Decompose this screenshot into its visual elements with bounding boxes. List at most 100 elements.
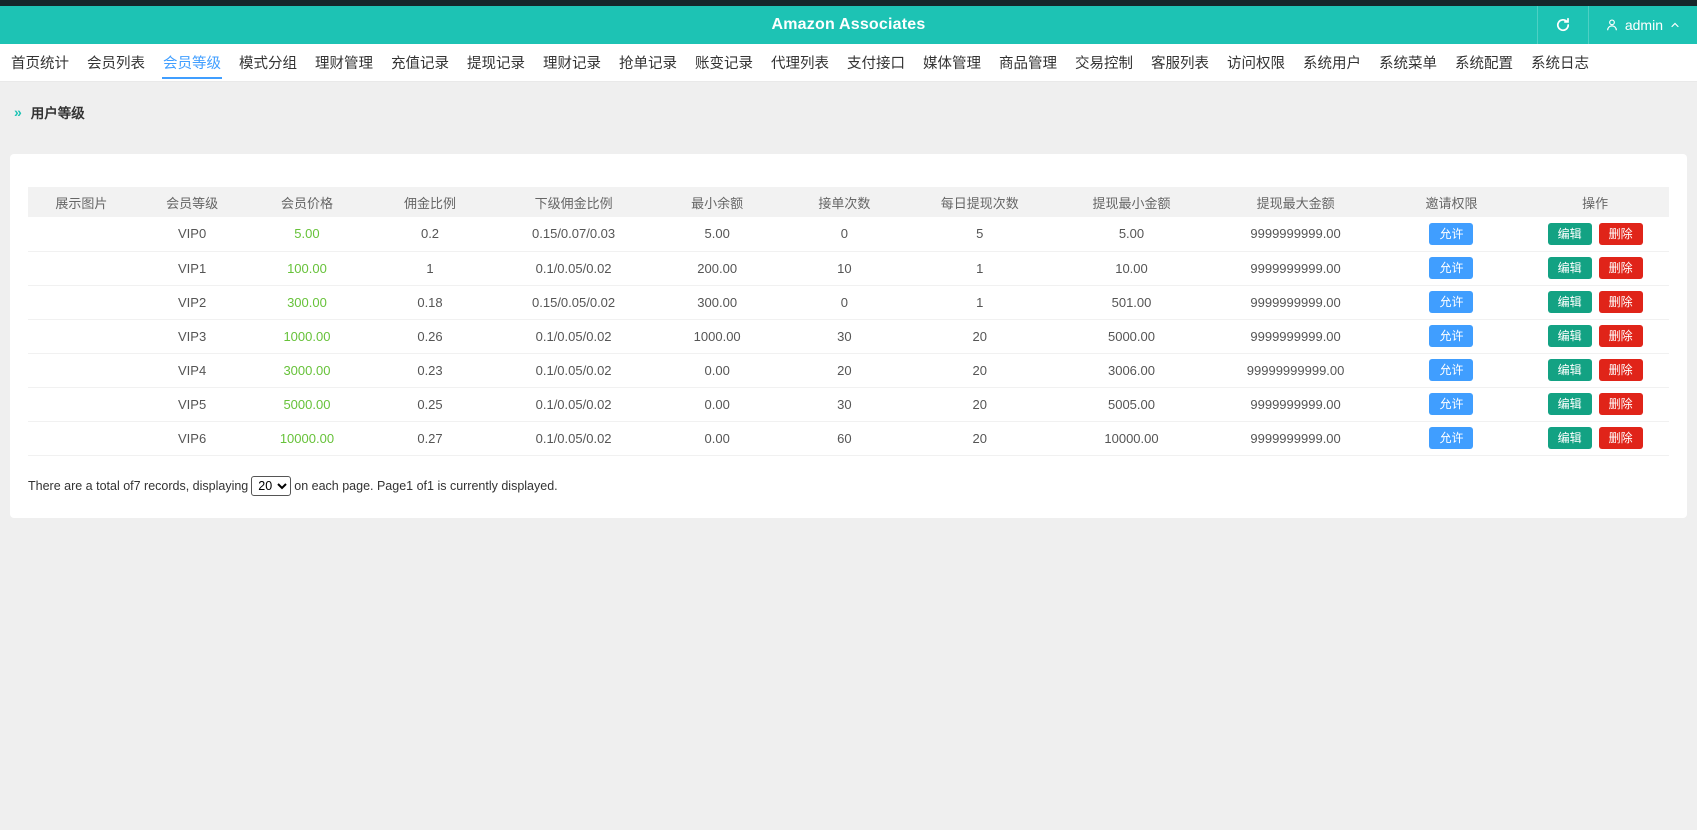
user-menu[interactable]: admin [1589,6,1697,44]
nav-item-home-stats[interactable]: 首页统计 [2,44,78,81]
cell-price: 3000.00 [250,353,365,387]
cell-daily-withdraw: 1 [906,285,1054,319]
cell-level: VIP3 [135,319,250,353]
allow-button[interactable]: 允许 [1429,291,1473,313]
cell-level: VIP2 [135,285,250,319]
nav-item-system-menu[interactable]: 系统菜单 [1370,44,1446,81]
breadcrumb: » 用户等级 [0,82,1697,140]
allow-button[interactable]: 允许 [1429,325,1473,347]
cell-max-withdraw: 9999999999.00 [1209,319,1381,353]
nav-item-system-config[interactable]: 系统配置 [1446,44,1522,81]
nav-item-system-users[interactable]: 系统用户 [1294,44,1370,81]
cell-level: VIP1 [135,251,250,285]
cell-daily-withdraw: 1 [906,251,1054,285]
cell-image [28,217,135,251]
nav-item-system-logs[interactable]: 系统日志 [1522,44,1598,81]
allow-button[interactable]: 允许 [1429,257,1473,279]
nav-item-member-level[interactable]: 会员等级 [154,44,230,81]
nav-item-mode-group[interactable]: 模式分组 [230,44,306,81]
column-header: 最小余额 [652,187,783,217]
nav-item-trade-control[interactable]: 交易控制 [1066,44,1142,81]
delete-button[interactable]: 删除 [1599,291,1643,313]
cell-invite-permission: 允许 [1382,387,1521,421]
cell-order-count: 30 [783,319,906,353]
cell-commission: 1 [364,251,495,285]
nav-item-agent-list[interactable]: 代理列表 [762,44,838,81]
cell-commission: 0.25 [364,387,495,421]
cell-daily-withdraw: 20 [906,421,1054,455]
cell-order-count: 0 [783,285,906,319]
cell-sub-commission: 0.1/0.05/0.02 [496,387,652,421]
cell-max-withdraw: 9999999999.00 [1209,217,1381,251]
delete-button[interactable]: 删除 [1599,427,1643,449]
nav-item-service-list[interactable]: 客服列表 [1142,44,1218,81]
cell-image [28,285,135,319]
cell-price: 5.00 [250,217,365,251]
cell-min-balance: 300.00 [652,285,783,319]
nav-item-product-mgmt[interactable]: 商品管理 [990,44,1066,81]
cell-actions: 编辑删除 [1521,353,1669,387]
cell-commission: 0.18 [364,285,495,319]
cell-level: VIP5 [135,387,250,421]
cell-min-balance: 0.00 [652,387,783,421]
cell-min-withdraw: 5.00 [1054,217,1210,251]
nav-item-finance-mgmt[interactable]: 理财管理 [306,44,382,81]
column-header: 邀请权限 [1382,187,1521,217]
nav-item-member-list[interactable]: 会员列表 [78,44,154,81]
edit-button[interactable]: 编辑 [1548,427,1592,449]
page-size-select[interactable]: 20 [251,476,291,496]
cell-min-balance: 200.00 [652,251,783,285]
breadcrumb-label: 用户等级 [31,102,85,122]
allow-button[interactable]: 允许 [1429,223,1473,245]
table-row: VIP43000.000.230.1/0.05/0.020.0020203006… [28,353,1669,387]
edit-button[interactable]: 编辑 [1548,291,1592,313]
cell-image [28,421,135,455]
edit-button[interactable]: 编辑 [1548,257,1592,279]
nav-item-balance-change-records[interactable]: 账变记录 [686,44,762,81]
user-icon [1605,18,1619,32]
vip-levels-table: 展示图片会员等级会员价格佣金比例下级佣金比例最小余额接单次数每日提现次数提现最小… [28,187,1669,456]
cell-actions: 编辑删除 [1521,421,1669,455]
delete-button[interactable]: 删除 [1599,359,1643,381]
nav-item-finance-records[interactable]: 理财记录 [534,44,610,81]
refresh-button[interactable] [1537,6,1589,44]
edit-button[interactable]: 编辑 [1548,325,1592,347]
column-header: 接单次数 [783,187,906,217]
table-row: VIP05.000.20.15/0.07/0.035.00055.0099999… [28,217,1669,251]
cell-invite-permission: 允许 [1382,421,1521,455]
allow-button[interactable]: 允许 [1429,359,1473,381]
cell-sub-commission: 0.1/0.05/0.02 [496,353,652,387]
cell-max-withdraw: 99999999999.00 [1209,353,1381,387]
table-row: VIP55000.000.250.1/0.05/0.020.0030205005… [28,387,1669,421]
cell-level: VIP0 [135,217,250,251]
delete-button[interactable]: 删除 [1599,393,1643,415]
user-name: admin [1625,17,1663,33]
allow-button[interactable]: 允许 [1429,393,1473,415]
delete-button[interactable]: 删除 [1599,223,1643,245]
nav-item-recharge-records[interactable]: 充值记录 [382,44,458,81]
edit-button[interactable]: 编辑 [1548,393,1592,415]
cell-min-balance: 5.00 [652,217,783,251]
column-header: 提现最大金额 [1209,187,1381,217]
cell-actions: 编辑删除 [1521,285,1669,319]
delete-button[interactable]: 删除 [1599,257,1643,279]
cell-max-withdraw: 9999999999.00 [1209,251,1381,285]
nav-item-access-perms[interactable]: 访问权限 [1218,44,1294,81]
cell-max-withdraw: 9999999999.00 [1209,387,1381,421]
edit-button[interactable]: 编辑 [1548,223,1592,245]
app-title: Amazon Associates [0,16,1697,34]
edit-button[interactable]: 编辑 [1548,359,1592,381]
cell-min-balance: 1000.00 [652,319,783,353]
allow-button[interactable]: 允许 [1429,427,1473,449]
pagination: There are a total of7 records, displayin… [28,476,1669,496]
nav-item-payment-interface[interactable]: 支付接口 [838,44,914,81]
nav-item-media-mgmt[interactable]: 媒体管理 [914,44,990,81]
column-header: 操作 [1521,187,1669,217]
delete-button[interactable]: 删除 [1599,325,1643,347]
table-row: VIP610000.000.270.1/0.05/0.020.006020100… [28,421,1669,455]
nav-item-withdraw-records[interactable]: 提现记录 [458,44,534,81]
cell-order-count: 60 [783,421,906,455]
cell-image [28,353,135,387]
cell-price: 300.00 [250,285,365,319]
nav-item-grab-order-records[interactable]: 抢单记录 [610,44,686,81]
